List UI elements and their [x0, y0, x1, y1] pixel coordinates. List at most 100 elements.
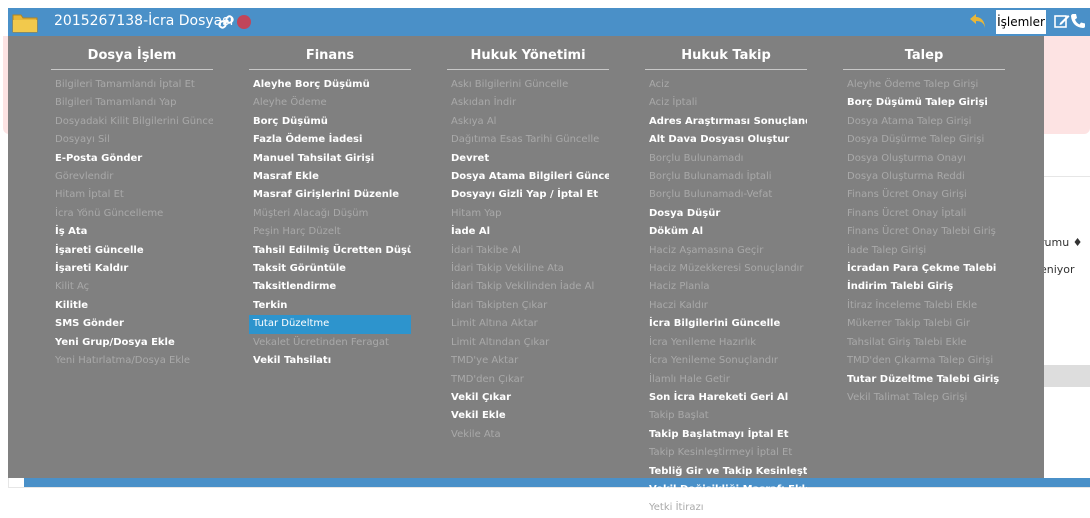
menu-item: Hitam İptal Et — [55, 189, 124, 201]
menu-item[interactable]: Dosyayı Gizli Yap / İptal Et — [447, 186, 609, 204]
menu-item: Finans Ücret Onay İptali — [847, 207, 967, 219]
menu-item: Yetki İtirazı — [649, 502, 704, 514]
menu-item: Takip Başlat — [649, 410, 709, 422]
undo-arrow-icon[interactable] — [968, 11, 988, 31]
link-icon[interactable] — [218, 14, 234, 30]
menu-item[interactable]: İade Al — [447, 223, 609, 241]
menu-column-title: Hukuk Yönetimi — [447, 46, 609, 70]
menu-item[interactable]: İş Ata — [51, 223, 213, 241]
edit-icon[interactable] — [1054, 13, 1070, 29]
menu-item: Vekile Ata — [451, 428, 501, 440]
menu-item[interactable]: SMS Gönder — [51, 315, 213, 333]
menu-item[interactable]: Masraf Girişlerini Düzenle — [249, 186, 411, 204]
menu-item[interactable]: Terkin — [249, 297, 411, 315]
menu-item: Görevlendir — [55, 171, 114, 183]
menu-item: Askıya Al — [451, 115, 497, 127]
menu-column-title: Talep — [843, 46, 1005, 70]
menu-item: Aciz — [649, 79, 670, 90]
menu-item: Borçlu Bulunamadı-Vefat — [649, 189, 773, 201]
menu-item[interactable]: Tutar Düzeltme — [249, 315, 411, 334]
menu-item: Askı Bilgilerini Güncelle — [451, 79, 569, 90]
menu-item[interactable]: Dosya Düşür — [645, 205, 807, 223]
menu-item[interactable]: Vekil Tahsilatı — [249, 352, 411, 370]
menu-item: Dosya Atama Talep Girişi — [847, 115, 972, 127]
table-row-highlight — [1040, 365, 1090, 387]
menu-item[interactable]: Takip Başlatmayı İptal Et — [645, 426, 807, 444]
menu-item: İcra Yönü Güncelleme — [55, 207, 164, 219]
table-cell-fragment: eniyor — [1040, 263, 1075, 276]
menu-item: Borçlu Bulunamadı İptali — [649, 171, 772, 183]
menu-item-list: Aleyhe Ödeme Talep Girişi Borç Düşümü Tal… — [843, 76, 1005, 407]
islemler-button[interactable]: İşlemler — [996, 10, 1046, 34]
menu-item[interactable]: Kilitle — [51, 297, 213, 315]
menu-item[interactable]: Vekil Değişikliği Masrafı Ekle — [645, 481, 807, 499]
menu-item[interactable]: Tahsil Edilmiş Ücretten Düşüm — [249, 242, 411, 260]
menu-item: Bilgileri Tamamlandı Yap — [55, 97, 177, 109]
menu-item[interactable]: İcra Bilgilerini Güncelle — [645, 315, 807, 333]
menu-column: Talep Aleyhe Ödeme Talep Girişi Borç Düşüm… — [843, 46, 1005, 407]
menu-item[interactable]: Tebliğ Gir ve Takip Kesinleştir — [645, 463, 807, 481]
file-title: 2015267138-İcra Dosyası — [54, 13, 234, 29]
menu-item[interactable]: Manuel Tahsilat Girişi — [249, 150, 411, 168]
menu-column: Hukuk Yönetimi Askı Bilgilerini Güncelle A… — [447, 46, 609, 444]
bottom-bar — [24, 478, 1090, 487]
menu-item: Dosyadaki Kilit Bilgilerini Güncelle — [55, 115, 213, 127]
menu-item[interactable]: Aleyhe Borç Düşümü — [249, 76, 411, 94]
menu-item: TMD'den Çıkar — [451, 373, 524, 385]
menu-item[interactable]: Borç Düşümü Talep Girişi — [843, 94, 1005, 112]
menu-item: Askıdan İndir — [451, 97, 517, 109]
menu-item[interactable]: İcradan Para Çekme Talebi — [843, 260, 1005, 278]
menu-item: Tahsilat Giriş Talebi Ekle — [847, 336, 967, 348]
menu-item: Dosyayı Sil — [55, 134, 110, 146]
table-header-fragment[interactable]: rumu ♦ — [1040, 236, 1090, 254]
menu-item: Dağıtıma Esas Tarihi Güncelle — [451, 134, 600, 146]
menu-column-title: Finans — [249, 46, 411, 70]
menu-item: İade Talep Girişi — [847, 244, 927, 256]
menu-item: İtiraz İnceleme Talebi Ekle — [847, 299, 978, 311]
menu-item-list: Askı Bilgilerini Güncelle Askıdan İndir As… — [447, 76, 609, 444]
menu-item: Mükerrer Takip Talebi Gir — [847, 318, 970, 330]
menu-item[interactable]: Masraf Ekle — [249, 168, 411, 186]
menu-item[interactable]: Devret — [447, 150, 609, 168]
menu-item: Vekil Talimat Talep Girişi — [847, 391, 968, 403]
menu-item: Haciz Müzekkeresi Sonuçlandır — [649, 263, 804, 275]
menu-item: Aleyhe Ödeme — [253, 97, 327, 109]
menu-item: Kilit Aç — [55, 281, 90, 293]
menu-item: İdari Takipten Çıkar — [451, 299, 548, 311]
menu-item[interactable]: Fazla Ödeme İadesi — [249, 131, 411, 149]
menu-item[interactable]: Taksit Görüntüle — [249, 260, 411, 278]
menu-item: Yeni Hatırlatma/Dosya Ekle — [55, 355, 191, 367]
menu-column: Finans Aleyhe Borç Düşümü Aleyhe Ödeme Borç… — [249, 46, 411, 371]
menu-item-list: Aleyhe Borç Düşümü Aleyhe Ödeme Borç Düşüm… — [249, 76, 411, 371]
menu-item: TMD'den Çıkarma Talep Girişi — [847, 355, 994, 367]
menu-item[interactable]: E-Posta Gönder — [51, 150, 213, 168]
menu-item[interactable]: Adres Araştırması Sonuçlandır — [645, 113, 807, 131]
menu-item[interactable]: İşareti Kaldır — [51, 260, 213, 278]
menu-item: İdari Takip Vekilinden İade Al — [451, 281, 595, 293]
menu-item[interactable]: İndirim Talebi Giriş — [843, 278, 1005, 296]
menu-item[interactable]: İşareti Güncelle — [51, 242, 213, 260]
status-indicator — [237, 15, 251, 29]
menu-item: İdari Takibe Al — [451, 244, 521, 256]
menu-item[interactable]: Vekil Çıkar — [447, 389, 609, 407]
menu-item: Aleyhe Ödeme Talep Girişi — [847, 79, 979, 90]
menu-item[interactable]: Vekil Ekle — [447, 407, 609, 425]
menu-item[interactable]: Son İcra Hareketi Geri Al — [645, 389, 807, 407]
menu-item[interactable]: Taksitlendirme — [249, 278, 411, 296]
menu-item: Dosya Oluşturma Onayı — [847, 152, 966, 164]
menu-item[interactable]: Alt Dava Dosyası Oluştur — [645, 131, 807, 149]
menu-item[interactable]: Borç Düşümü — [249, 113, 411, 131]
menu-item: Finans Ücret Onay Girişi — [847, 189, 967, 201]
menu-item: Takip Kesinleştirmeyi İptal Et — [649, 447, 793, 459]
menu-item[interactable]: Döküm Al — [645, 223, 807, 241]
menu-item: Dosya Oluşturma Reddi — [847, 171, 965, 183]
menu-item: TMD'ye Aktar — [451, 355, 519, 367]
menu-item: İcra Yenileme Hazırlık — [649, 336, 757, 348]
menu-item[interactable]: Dosya Atama Bilgileri Güncelle — [447, 168, 609, 186]
menu-item: Vekalet Ücretinden Feragat — [253, 336, 389, 348]
menu-item: İlamlı Hale Getir — [649, 373, 730, 385]
phone-icon[interactable] — [1070, 13, 1086, 29]
menu-item: İdari Takip Vekiline Ata — [451, 263, 564, 275]
menu-item[interactable]: Tutar Düzeltme Talebi Giriş — [843, 371, 1005, 389]
menu-item[interactable]: Yeni Grup/Dosya Ekle — [51, 334, 213, 352]
